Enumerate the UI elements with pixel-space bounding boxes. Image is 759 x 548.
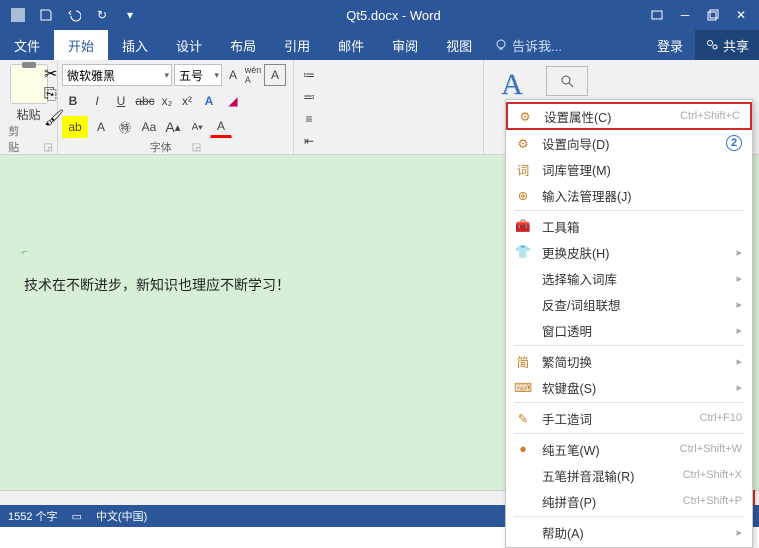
save-button[interactable]	[32, 2, 60, 28]
decrease-indent-button[interactable]: ⇤	[298, 130, 320, 152]
word-count[interactable]: 1552 个字	[8, 508, 58, 524]
underline-button[interactable]: U	[110, 90, 132, 112]
change-case-button[interactable]: Aa	[138, 116, 160, 138]
char-shading-button[interactable]: A	[90, 116, 112, 138]
italic-button[interactable]: I	[86, 90, 108, 112]
ctx-item[interactable]: ⚙设置属性(C)Ctrl+Shift+C	[506, 102, 752, 130]
qat-customize-button[interactable]: ▾	[116, 2, 144, 28]
ctx-item[interactable]: 🧰工具箱	[506, 213, 752, 239]
grow-font-button-2[interactable]: A▴	[162, 116, 184, 138]
grow-font-button[interactable]: A	[224, 64, 242, 86]
tab-insert[interactable]: 插入	[108, 30, 162, 60]
share-button[interactable]: 共享	[695, 30, 759, 60]
multilevel-button[interactable]: ≡	[298, 108, 320, 130]
font-size-combo[interactable]: 五号▾	[174, 64, 222, 86]
strikethrough-button[interactable]: abc	[134, 90, 156, 112]
font-group: 微软雅黑▾ 五号▾ A wénA A B I U abc x₂ x² A ◢ a…	[58, 60, 294, 155]
copy-button[interactable]: ⎘	[44, 86, 60, 102]
tell-me-input[interactable]: 告诉我...	[486, 30, 645, 60]
minimize-button[interactable]: ─	[671, 2, 699, 28]
paste-label[interactable]: 粘贴	[16, 106, 40, 123]
ctx-item[interactable]: 选择输入词库▸	[506, 265, 752, 291]
ribbon-options-button[interactable]	[643, 2, 671, 28]
ctx-item[interactable]: 窗口透明▸	[506, 317, 752, 343]
font-dialog-launcher[interactable]: ◲	[192, 142, 201, 153]
ctx-item[interactable]: ⊕输入法管理器(J)	[506, 182, 752, 208]
text-effects-button[interactable]: A	[198, 90, 220, 112]
format-painter-button[interactable]: 🖌	[44, 108, 60, 124]
language-indicator[interactable]: 中文(中国)	[96, 508, 147, 524]
ctx-item[interactable]: 反查/词组联想▸	[506, 291, 752, 317]
ctx-item[interactable]: 纯拼音(P)Ctrl+Shift+P	[506, 488, 752, 514]
ctx-item[interactable]: 五笔拼音混输(R)Ctrl+Shift+X	[506, 462, 752, 488]
cursor-indicator: ⌐	[22, 247, 28, 258]
bullets-button[interactable]: ≔	[298, 64, 320, 86]
phonetic-guide-button[interactable]: wénA	[244, 64, 262, 86]
styles-button[interactable]: A	[501, 68, 523, 102]
subscript-button[interactable]: x₂	[158, 90, 176, 112]
char-border-button[interactable]: A	[264, 64, 286, 86]
clear-format-button[interactable]: ◢	[222, 90, 244, 112]
numbering-button[interactable]: ≕	[298, 86, 320, 108]
tab-mailings[interactable]: 邮件	[324, 30, 378, 60]
font-color-button[interactable]: A	[210, 116, 232, 138]
tab-file[interactable]: 文件	[0, 30, 54, 60]
ctx-item[interactable]: ⌨软键盘(S)▸	[506, 374, 752, 400]
undo-button[interactable]	[60, 2, 88, 28]
document-title: Qt5.docx - Word	[144, 8, 643, 23]
ctx-item[interactable]: ✎手工造词Ctrl+F10	[506, 405, 752, 431]
bold-button[interactable]: B	[62, 90, 84, 112]
tab-review[interactable]: 审阅	[378, 30, 432, 60]
find-button[interactable]	[546, 66, 588, 96]
ribbon-tabs: 文件 开始 插入 设计 布局 引用 邮件 审阅 视图 告诉我... 登录 共享	[0, 30, 759, 60]
tab-layout[interactable]: 布局	[216, 30, 270, 60]
paste-button[interactable]	[10, 64, 48, 104]
ime-context-menu: ⚙设置属性(C)Ctrl+Shift+C⚙设置向导(D)2词词库管理(M)⊕输入…	[505, 99, 753, 548]
highlight-button[interactable]: ab	[62, 116, 88, 138]
tab-design[interactable]: 设计	[162, 30, 216, 60]
shrink-font-button[interactable]: A▾	[186, 116, 208, 138]
proofing-icon[interactable]: ▭	[72, 510, 82, 523]
font-group-label: 字体	[150, 139, 172, 155]
ctx-item[interactable]: 👕更换皮肤(H)▸	[506, 239, 752, 265]
tab-view[interactable]: 视图	[432, 30, 486, 60]
ctx-item[interactable]: 帮助(A)▸	[506, 519, 752, 545]
font-name-combo[interactable]: 微软雅黑▾	[62, 64, 172, 86]
enclose-chars-button[interactable]: ㊕	[114, 116, 136, 138]
app-icon	[4, 2, 32, 28]
bulb-icon	[494, 38, 508, 52]
login-button[interactable]: 登录	[645, 30, 695, 60]
clipboard-dialog-launcher[interactable]: ◲	[44, 142, 53, 153]
title-bar: ↻ ▾ Qt5.docx - Word ─ ✕	[0, 0, 759, 30]
tab-references[interactable]: 引用	[270, 30, 324, 60]
paragraph-group: ≔ ≕ ≡ ⇤ ⇥ ☰ ¶ ≡ ≡ ≡ ≡ ≣ ‡≡ ◢ ⊞ A↓ ⊡	[294, 60, 484, 155]
restore-button[interactable]	[699, 2, 727, 28]
redo-button[interactable]: ↻	[88, 2, 116, 28]
ctx-item[interactable]: 简繁简切换▸	[506, 348, 752, 374]
cut-button[interactable]: ✂	[44, 64, 60, 80]
superscript-button[interactable]: x²	[178, 90, 196, 112]
share-icon	[705, 38, 719, 52]
ctx-item[interactable]: ⚙设置向导(D)2	[506, 130, 752, 156]
ctx-item[interactable]: 词词库管理(M)	[506, 156, 752, 182]
clipboard-group: 粘贴 ✂ ⎘ 🖌 剪贴板◲	[0, 60, 58, 155]
ctx-item[interactable]: ●纯五笔(W)Ctrl+Shift+W	[506, 436, 752, 462]
close-button[interactable]: ✕	[727, 2, 755, 28]
tab-home[interactable]: 开始	[54, 30, 108, 60]
search-icon	[559, 73, 575, 89]
